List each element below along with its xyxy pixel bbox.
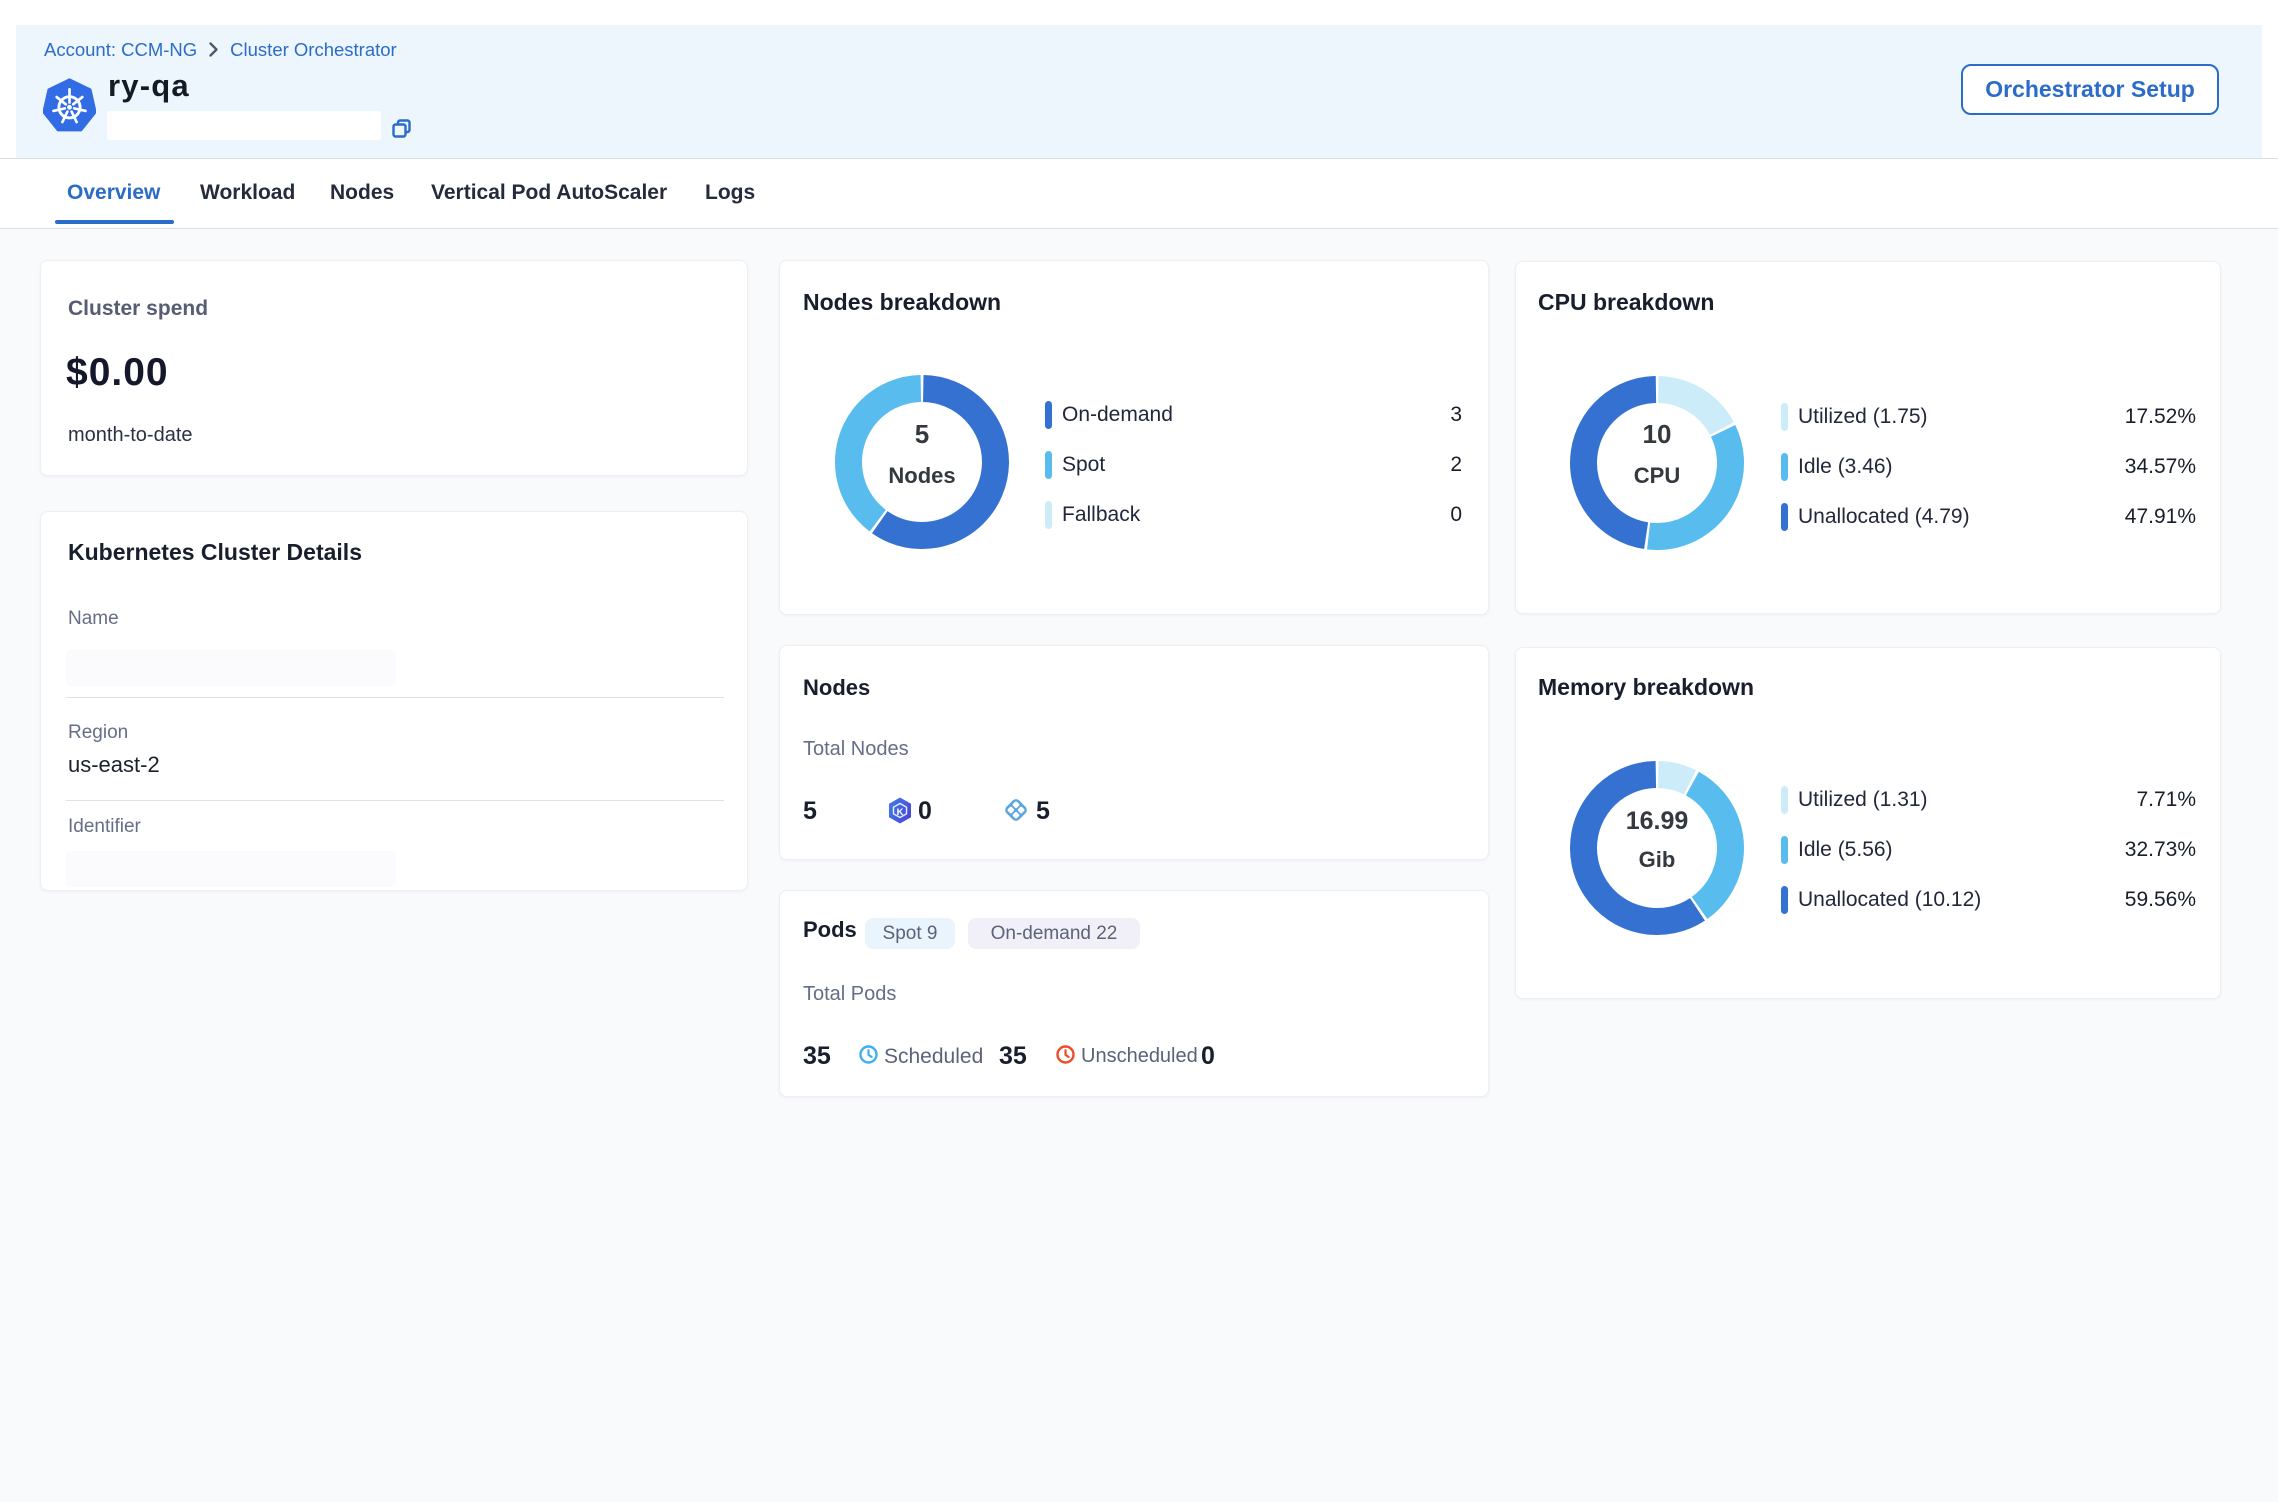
- svg-text:K: K: [897, 807, 904, 818]
